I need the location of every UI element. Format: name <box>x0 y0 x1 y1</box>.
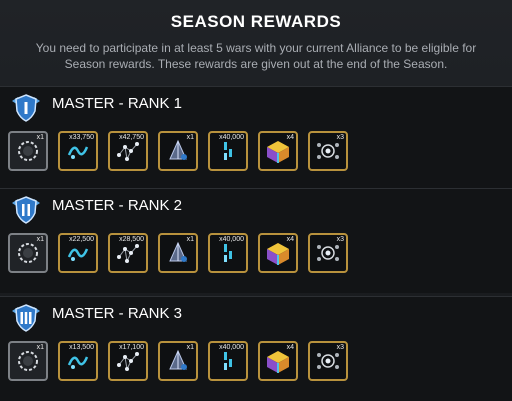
reward-quantity: x1 <box>186 134 194 141</box>
laurel-wreath-icon <box>18 141 38 161</box>
reward-quantity: x3 <box>336 134 344 141</box>
reward-quantity: x13,500 <box>69 344 94 351</box>
reward-quantity: x42,750 <box>119 134 144 141</box>
tier-name: MASTER - RANK 3 <box>52 305 183 322</box>
reward-items-row: x1 x13,500 x17,100 x1 x40,000 x4 x3 <box>8 341 508 387</box>
gems-icon <box>224 244 232 262</box>
reward-item-laurel[interactable]: x1 <box>8 233 48 273</box>
catalyst-fragments-icon <box>67 356 89 369</box>
rank-1-shield-icon <box>12 94 40 122</box>
reward-quantity: x22,500 <box>69 236 94 243</box>
reward-items-row: x1 x33,750 x42,750 x1 x40,000 x4 x3 <box>8 131 508 177</box>
tier-master-rank-3: MASTER - RANK 3 x1 x13,500 x17,100 x1 x4… <box>0 296 512 401</box>
crystal-shards-icon <box>169 139 187 160</box>
signature-stone-icon <box>317 245 339 261</box>
reward-item-laurel[interactable]: x1 <box>8 131 48 171</box>
reward-item-signature-stone[interactable]: x3 <box>308 341 348 381</box>
reward-item-crystal-shards[interactable]: x1 <box>158 131 198 171</box>
reward-quantity: x4 <box>286 236 294 243</box>
reward-quantity: x3 <box>336 236 344 243</box>
reward-quantity: x1 <box>186 344 194 351</box>
constellation-shards-icon <box>117 352 139 371</box>
constellation-shards-icon <box>117 142 139 161</box>
reward-item-catalyst-fragments[interactable]: x33,750 <box>58 131 98 171</box>
reward-quantity: x4 <box>286 344 294 351</box>
reward-item-gems[interactable]: x40,000 <box>208 131 248 171</box>
reward-quantity: x1 <box>36 236 44 243</box>
page-title: SEASON REWARDS <box>170 12 342 31</box>
reward-quantity: x28,500 <box>119 236 144 243</box>
reward-items-row: x1 x22,500 x28,500 x1 x40,000 x4 x3 <box>8 233 508 279</box>
signature-stone-icon <box>317 143 339 159</box>
reward-quantity: x40,000 <box>219 344 244 351</box>
reward-item-constellation-shards[interactable]: x42,750 <box>108 131 148 171</box>
gems-icon <box>224 142 232 160</box>
rank-2-shield-icon <box>12 196 40 224</box>
reward-quantity: x1 <box>186 236 194 243</box>
catalyst-fragments-icon <box>67 248 89 261</box>
reward-item-constellation-shards[interactable]: x17,100 <box>108 341 148 381</box>
reward-item-catalyst-fragments[interactable]: x22,500 <box>58 233 98 273</box>
reward-item-golden-crystal[interactable]: x4 <box>258 341 298 381</box>
signature-stone-icon <box>317 353 339 369</box>
laurel-wreath-icon <box>18 351 38 371</box>
reward-item-laurel[interactable]: x1 <box>8 341 48 381</box>
reward-item-constellation-shards[interactable]: x28,500 <box>108 233 148 273</box>
tier-master-rank-1: MASTER - RANK 1 x1 x33,750 x42,750 x1 x4… <box>0 86 512 191</box>
reward-item-golden-crystal[interactable]: x4 <box>258 131 298 171</box>
reward-quantity: x33,750 <box>69 134 94 141</box>
reward-quantity: x3 <box>336 344 344 351</box>
reward-quantity: x17,100 <box>119 344 144 351</box>
crystal-shards-icon <box>169 349 187 370</box>
crystal-shards-icon <box>169 241 187 262</box>
golden-crystal-icon <box>267 243 289 265</box>
laurel-wreath-icon <box>18 243 38 263</box>
season-rewards-page: { "header": { "title": "SEASON REWARDS",… <box>0 0 512 401</box>
reward-item-crystal-shards[interactable]: x1 <box>158 341 198 381</box>
constellation-shards-icon <box>117 244 139 263</box>
reward-item-signature-stone[interactable]: x3 <box>308 131 348 171</box>
reward-item-gems[interactable]: x40,000 <box>208 341 248 381</box>
reward-item-signature-stone[interactable]: x3 <box>308 233 348 273</box>
reward-quantity: x4 <box>286 134 294 141</box>
reward-quantity: x1 <box>36 134 44 141</box>
reward-quantity: x40,000 <box>219 236 244 243</box>
reward-item-golden-crystal[interactable]: x4 <box>258 233 298 273</box>
tier-name: MASTER - RANK 2 <box>52 197 183 214</box>
reward-quantity: x40,000 <box>219 134 244 141</box>
tier-master-rank-2: MASTER - RANK 2 x1 x22,500 x28,500 x1 x4… <box>0 188 512 293</box>
golden-crystal-icon <box>267 141 289 163</box>
golden-crystal-icon <box>267 351 289 373</box>
reward-item-crystal-shards[interactable]: x1 <box>158 233 198 273</box>
reward-item-catalyst-fragments[interactable]: x13,500 <box>58 341 98 381</box>
eligibility-description: You need to participate in at least 5 wa… <box>35 41 477 71</box>
tier-name: MASTER - RANK 1 <box>52 95 183 112</box>
rank-3-shield-icon <box>12 304 40 332</box>
reward-quantity: x1 <box>36 344 44 351</box>
gems-icon <box>224 352 232 370</box>
catalyst-fragments-icon <box>67 146 89 159</box>
rewards-header: SEASON REWARDS You need to participate i… <box>0 0 512 80</box>
reward-item-gems[interactable]: x40,000 <box>208 233 248 273</box>
